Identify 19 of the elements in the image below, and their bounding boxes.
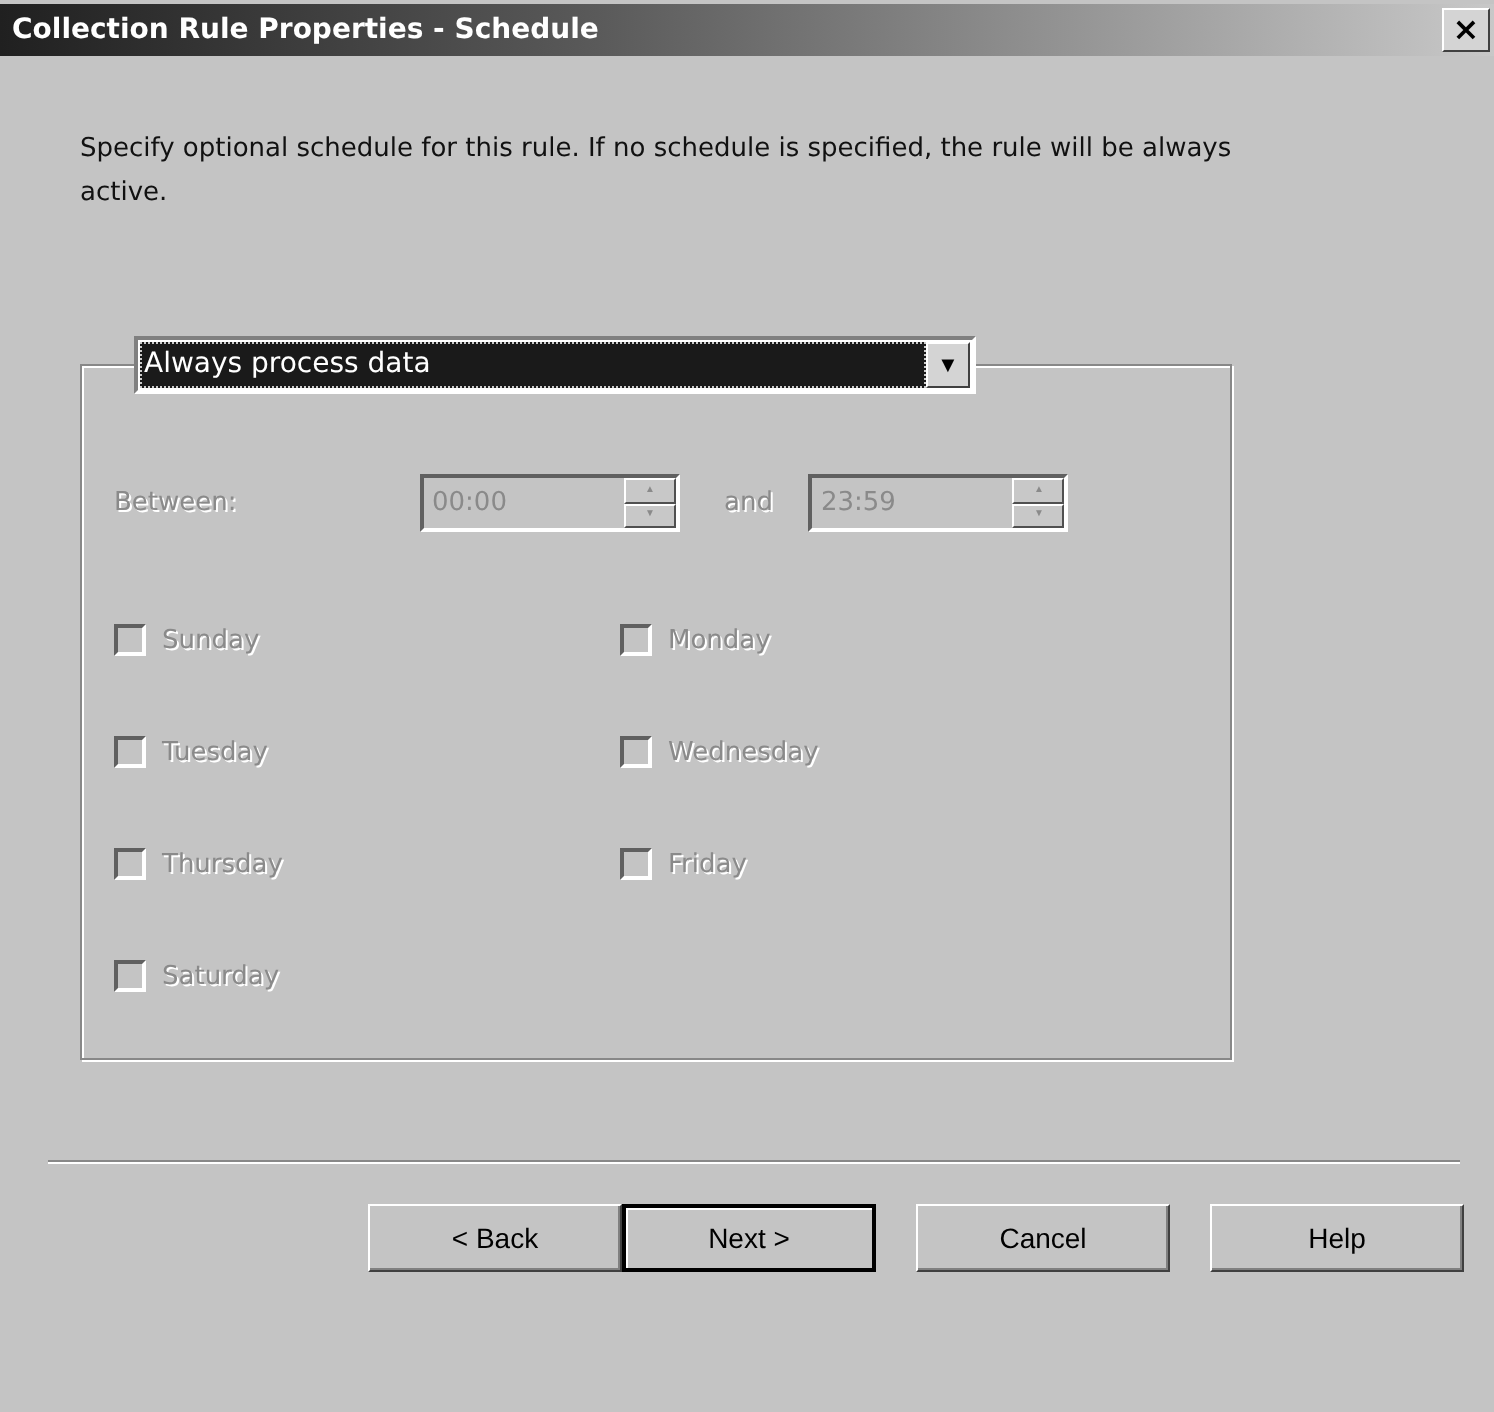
dialog-button[interactable]: Cancel — [916, 1204, 1170, 1272]
day-label: Tuesday — [162, 737, 268, 767]
day-label: Friday — [668, 849, 747, 879]
schedule-dropdown[interactable]: Always process data ▼ — [134, 336, 976, 394]
dropdown-arrow-button[interactable]: ▼ — [926, 342, 970, 388]
between-label: Between: — [114, 488, 239, 518]
day-label: Sunday — [162, 625, 260, 655]
day-label: Saturday — [162, 961, 280, 991]
day-label: Wednesday — [668, 737, 819, 767]
description-text: Specify optional schedule for this rule. If no schedule is specified, the rule will be always active. — [80, 132, 1234, 212]
dropdown-value: Always process data — [140, 342, 926, 388]
dialog-button[interactable]: Next > — [622, 1204, 876, 1272]
window-title: Collection Rule Properties - Schedule — [12, 14, 599, 46]
day-label: Thursday — [162, 849, 283, 879]
dialog-button[interactable]: < Back — [368, 1204, 622, 1272]
and-label: and — [724, 488, 773, 518]
close-button[interactable]: × — [1442, 8, 1490, 52]
dialog-button[interactable]: Help — [1210, 1204, 1464, 1272]
day-label: Monday — [668, 625, 771, 655]
